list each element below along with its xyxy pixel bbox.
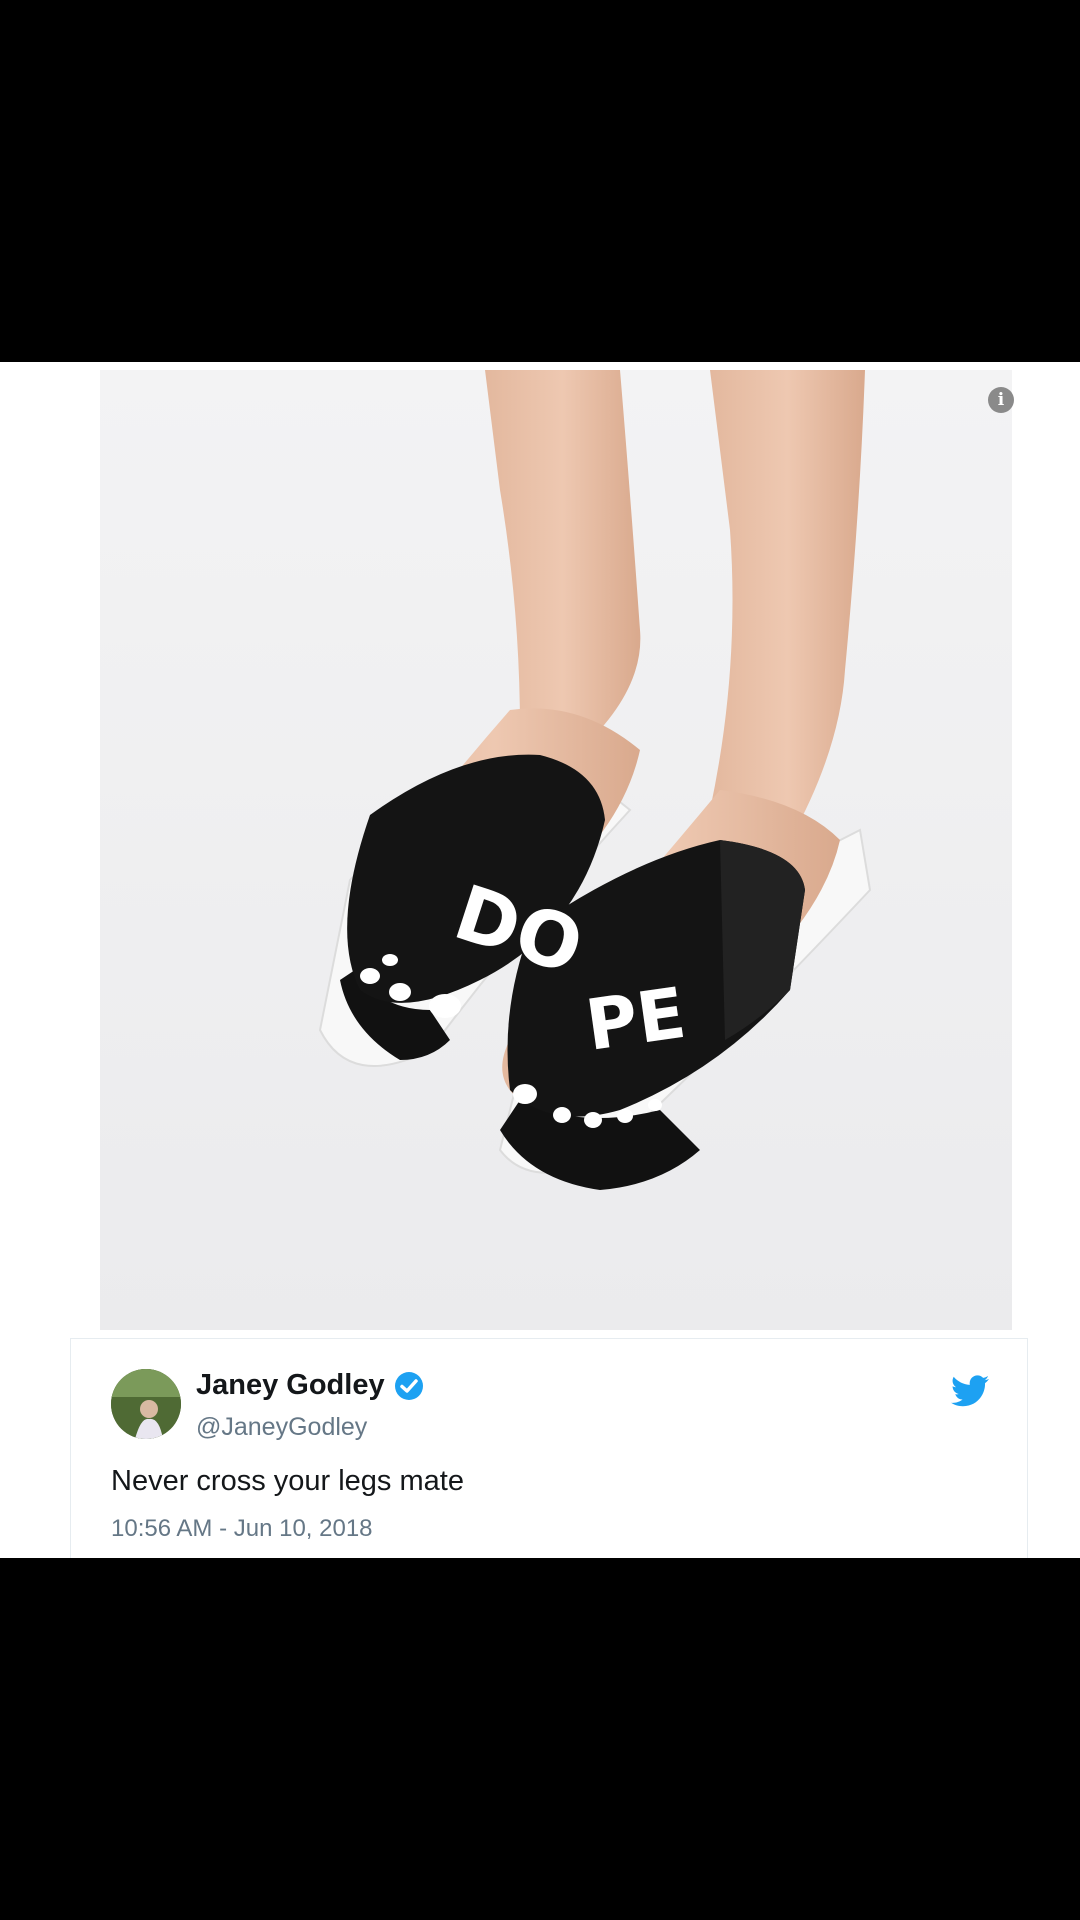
right-strap-text: PE [581, 972, 691, 1067]
info-icon[interactable]: i [988, 387, 1014, 413]
verified-badge-icon [394, 1371, 423, 1400]
author-name-row: Janey Godley [196, 1369, 425, 1402]
embedded-tweet-card: DO PE i Janey Godley @JaneyGodley Never … [0, 362, 1080, 1558]
tweet-text: Never cross your legs mate [111, 1465, 464, 1497]
display-name[interactable]: Janey Godley [196, 1369, 385, 1402]
slides-photo-illustration: DO PE [100, 370, 1012, 1330]
tweet-photo[interactable]: DO PE [100, 370, 1012, 1330]
tweet-details: Janey Godley @JaneyGodley Never cross yo… [70, 1338, 1028, 1558]
avatar[interactable] [111, 1369, 181, 1439]
twitter-bird-icon[interactable] [951, 1375, 989, 1407]
user-handle[interactable]: @JaneyGodley [196, 1413, 367, 1442]
tweet-timestamp[interactable]: 10:56 AM - Jun 10, 2018 [111, 1515, 373, 1543]
